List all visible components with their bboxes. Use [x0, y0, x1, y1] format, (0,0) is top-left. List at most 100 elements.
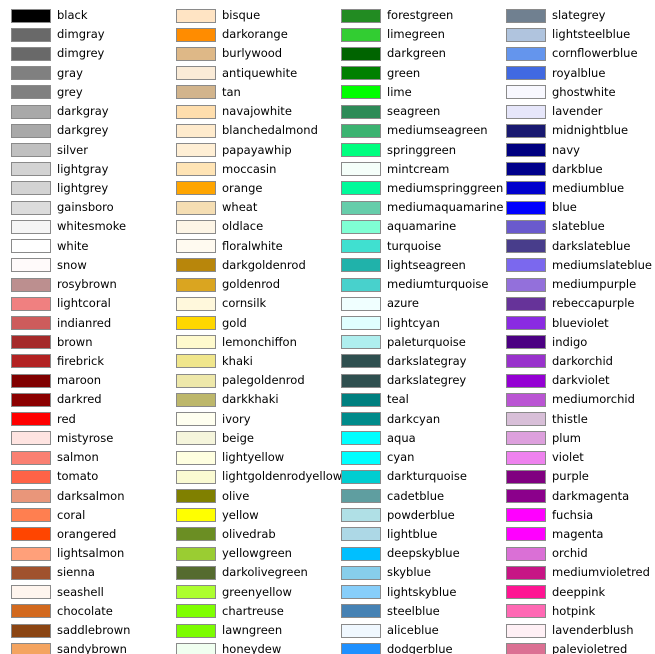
color-swatch: [176, 354, 216, 369]
color-entry: honeydew: [165, 641, 330, 654]
color-entry: deeppink: [495, 584, 655, 603]
color-entry: darkslateblue: [495, 238, 655, 257]
color-entry: lightgray: [0, 161, 165, 180]
color-entry: yellowgreen: [165, 545, 330, 564]
color-entry: aquamarine: [330, 218, 495, 237]
color-name-label: darkturquoise: [387, 469, 467, 484]
color-name-label: orangered: [57, 526, 117, 541]
color-swatch: [11, 200, 51, 215]
color-swatch: [341, 277, 381, 292]
color-name-label: grey: [57, 84, 83, 99]
color-name-label: gold: [222, 315, 247, 330]
color-name-label: lightseagreen: [387, 257, 466, 272]
color-swatch: [506, 642, 546, 654]
color-name-label: lightcoral: [57, 296, 111, 311]
color-entry: sienna: [0, 564, 165, 583]
color-swatch: [11, 585, 51, 600]
color-entry: darkolivegreen: [165, 564, 330, 583]
color-swatch: [341, 546, 381, 561]
color-name-label: cornsilk: [222, 296, 267, 311]
color-swatch: [341, 296, 381, 311]
color-name-label: orange: [222, 180, 263, 195]
color-swatch: [341, 392, 381, 407]
color-entry: steelblue: [330, 603, 495, 622]
color-swatch: [341, 258, 381, 273]
color-name-label: dimgrey: [57, 46, 105, 61]
color-name-label: oldlace: [222, 219, 264, 234]
color-name-label: lightgray: [57, 161, 109, 176]
color-name-label: slateblue: [552, 219, 605, 234]
color-entry: tomato: [0, 468, 165, 487]
color-name-label: seagreen: [387, 104, 441, 119]
color-name-label: red: [57, 411, 76, 426]
color-entry: chartreuse: [165, 603, 330, 622]
color-name-label: deepskyblue: [387, 546, 460, 561]
color-swatch: [11, 219, 51, 234]
color-entry: powderblue: [330, 507, 495, 526]
color-name-label: lightcyan: [387, 315, 440, 330]
color-name-label: olive: [222, 488, 250, 503]
color-swatch: [506, 392, 546, 407]
color-swatch: [506, 66, 546, 81]
color-name-label: mediumspringgreen: [387, 180, 504, 195]
color-name-label: white: [57, 238, 89, 253]
color-name-label: darkgreen: [387, 46, 446, 61]
color-name-label: paleturquoise: [387, 334, 466, 349]
color-entry: cadetblue: [330, 488, 495, 507]
color-entry: palegoldenrod: [165, 372, 330, 391]
color-swatch: [506, 623, 546, 638]
color-name-label: snow: [57, 257, 87, 272]
color-name-label: rosybrown: [57, 277, 117, 292]
color-entry: yellow: [165, 507, 330, 526]
color-swatch: [176, 469, 216, 484]
color-entry: violet: [495, 449, 655, 468]
color-swatch: [341, 604, 381, 619]
color-name-label: darkolivegreen: [222, 565, 308, 580]
color-name-label: gray: [57, 65, 83, 80]
color-entry: darkslategrey: [330, 372, 495, 391]
color-swatch: [176, 412, 216, 427]
color-name-label: darkorchid: [552, 353, 613, 368]
color-name-label: springgreen: [387, 142, 457, 157]
color-name-label: mintcream: [387, 161, 450, 176]
color-entry: firebrick: [0, 353, 165, 372]
color-name-label: darkkhaki: [222, 392, 279, 407]
color-name-label: yellow: [222, 507, 259, 522]
color-entry: plum: [495, 430, 655, 449]
color-entry: cyan: [330, 449, 495, 468]
color-name-label: darkgrey: [57, 123, 109, 138]
color-name-label: papayawhip: [222, 142, 292, 157]
color-swatch: [176, 373, 216, 388]
color-entry: lightskyblue: [330, 584, 495, 603]
color-name-label: violet: [552, 450, 584, 465]
color-entry: darkblue: [495, 161, 655, 180]
color-entry: rebeccapurple: [495, 295, 655, 314]
color-name-label: ghostwhite: [552, 84, 616, 99]
color-name-label: silver: [57, 142, 88, 157]
color-entry: turquoise: [330, 238, 495, 257]
color-entry: springgreen: [330, 142, 495, 161]
color-swatch: [176, 450, 216, 465]
color-entry: lemonchiffon: [165, 334, 330, 353]
color-swatch: [176, 219, 216, 234]
color-swatch: [176, 604, 216, 619]
color-name-label: yellowgreen: [222, 546, 292, 561]
color-entry: mediumslateblue: [495, 257, 655, 276]
color-swatch: [341, 354, 381, 369]
named-colors-chart: black dimgray dimgrey gray grey darkgray darkg…: [0, 0, 655, 654]
color-entry: ivory: [165, 411, 330, 430]
color-name-label: teal: [387, 392, 409, 407]
color-name-label: steelblue: [387, 603, 440, 618]
color-name-label: brown: [57, 334, 93, 349]
color-swatch: [11, 239, 51, 254]
color-name-label: sandybrown: [57, 642, 127, 654]
color-name-label: rebeccapurple: [552, 296, 635, 311]
color-swatch: [176, 642, 216, 654]
color-swatch: [176, 258, 216, 273]
color-entry: darksalmon: [0, 488, 165, 507]
color-entry: lightgrey: [0, 180, 165, 199]
color-name-label: black: [57, 8, 88, 22]
color-swatch: [341, 508, 381, 523]
color-entry: midnightblue: [495, 122, 655, 141]
color-column-2: forestgreen limegreen darkgreen green lime se…: [330, 0, 503, 654]
